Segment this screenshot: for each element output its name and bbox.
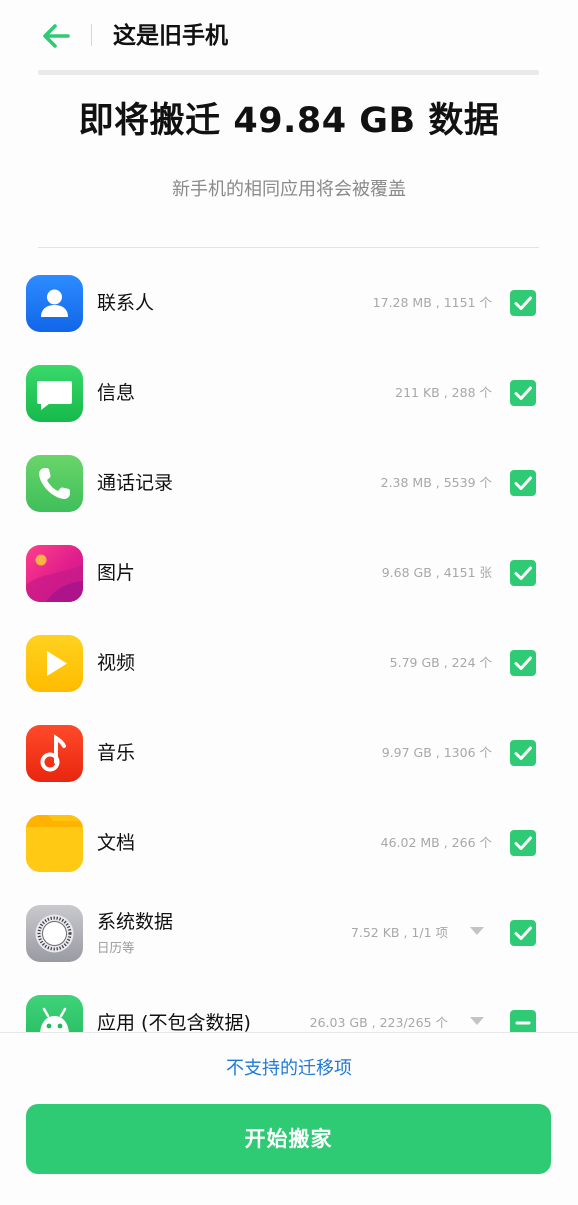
header-rule	[38, 70, 539, 75]
list-item-apps[interactable]: 应用 (不包含数据) 26.03 GB , 223/265 个	[0, 978, 578, 1032]
item-name: 通话记录	[97, 472, 174, 494]
footer-divider	[0, 1032, 578, 1033]
transfer-item-list[interactable]: 联系人 17.28 MB , 1151 个 信息 211 KB , 288 个	[0, 258, 578, 1032]
list-item-music[interactable]: 音乐 9.97 GB , 1306 个	[0, 708, 578, 798]
item-checkbox[interactable]	[510, 740, 536, 766]
item-size-count: 46.02 MB , 266 个	[380, 835, 492, 850]
item-subtitle: 日历等	[97, 940, 135, 955]
photos-icon	[26, 545, 83, 602]
list-item-messages[interactable]: 信息 211 KB , 288 个	[0, 348, 578, 438]
item-name: 应用 (不包含数据)	[97, 1012, 251, 1032]
phone-icon	[26, 455, 83, 512]
item-name: 视频	[97, 652, 136, 674]
expand-triangle-icon[interactable]	[470, 1017, 484, 1025]
item-name: 联系人	[97, 292, 155, 314]
item-name: 信息	[97, 382, 136, 404]
list-item-photos[interactable]: 图片 9.68 GB , 4151 张	[0, 528, 578, 618]
item-checkbox[interactable]	[510, 380, 536, 406]
item-size-count: 2.38 MB , 5539 个	[380, 475, 492, 490]
contacts-icon	[26, 275, 83, 332]
list-item-contacts[interactable]: 联系人 17.28 MB , 1151 个	[0, 258, 578, 348]
transfer-size-headline: 即将搬迁 49.84 GB 数据	[78, 101, 500, 141]
item-name: 系统数据	[97, 911, 174, 933]
item-size-count: 9.68 GB , 4151 张	[381, 565, 492, 580]
section-divider	[38, 247, 539, 248]
list-item-system-data[interactable]: 系统数据 日历等 7.52 KB , 1/1 项	[0, 888, 578, 978]
start-transfer-label: 开始搬家	[244, 1127, 333, 1151]
header-divider	[91, 24, 92, 46]
item-size-count: 9.97 GB , 1306 个	[381, 745, 492, 760]
item-size-count: 26.03 GB , 223/265 个	[309, 1015, 448, 1030]
list-item-call-log[interactable]: 通话记录 2.38 MB , 5539 个	[0, 438, 578, 528]
item-size-count: 211 KB , 288 个	[395, 385, 492, 400]
start-transfer-button[interactable]: 开始搬家	[26, 1104, 551, 1174]
expand-triangle-icon[interactable]	[470, 927, 484, 935]
item-checkbox-partial[interactable]	[510, 1010, 536, 1032]
video-icon	[26, 635, 83, 692]
item-checkbox[interactable]	[510, 830, 536, 856]
item-size-count: 5.79 GB , 224 个	[389, 655, 492, 670]
item-checkbox[interactable]	[510, 920, 536, 946]
documents-icon	[26, 815, 83, 872]
item-checkbox[interactable]	[510, 560, 536, 586]
unsupported-items-link[interactable]: 不支持的迁移项	[0, 1054, 578, 1084]
item-name: 图片	[97, 562, 136, 584]
messages-icon	[26, 365, 83, 422]
item-size-count: 7.52 KB , 1/1 项	[350, 925, 448, 940]
item-size-count: 17.28 MB , 1151 个	[372, 295, 492, 310]
item-checkbox[interactable]	[510, 290, 536, 316]
overwrite-notice: 新手机的相同应用将会被覆盖	[172, 179, 406, 200]
top-bar: 这是旧手机	[0, 0, 578, 75]
item-name: 文档	[97, 832, 136, 854]
back-arrow-icon[interactable]	[40, 20, 72, 52]
item-name: 音乐	[97, 742, 136, 764]
page-title: 这是旧手机	[113, 23, 228, 49]
item-checkbox[interactable]	[510, 650, 536, 676]
android-app-icon	[26, 995, 83, 1032]
list-item-documents[interactable]: 文档 46.02 MB , 266 个	[0, 798, 578, 888]
list-item-video[interactable]: 视频 5.79 GB , 224 个	[0, 618, 578, 708]
item-checkbox[interactable]	[510, 470, 536, 496]
system-data-icon	[26, 905, 83, 962]
music-icon	[26, 725, 83, 782]
